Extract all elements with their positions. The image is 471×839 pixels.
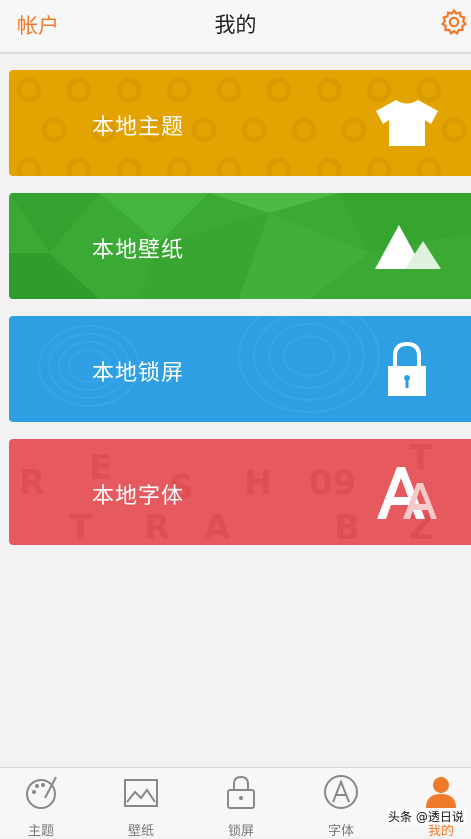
mountain-icon bbox=[375, 225, 441, 269]
tab-label: 字体 bbox=[327, 824, 354, 839]
tab-label: 壁纸 bbox=[127, 824, 154, 839]
card-label: 本地壁纸 bbox=[92, 238, 185, 263]
tab-label: 主题 bbox=[27, 824, 54, 839]
tab-fonts[interactable]: 字体 bbox=[301, 768, 381, 839]
card-label: 本地锁屏 bbox=[92, 361, 185, 386]
tab-label: 锁屏 bbox=[227, 824, 254, 839]
svg-text:T: T bbox=[69, 508, 93, 545]
svg-text:A: A bbox=[204, 508, 231, 545]
svg-text:09: 09 bbox=[309, 463, 356, 503]
local-fonts-card[interactable]: R E S H 09 T T R A B Z 本地字体 bbox=[9, 439, 471, 545]
tab-themes[interactable]: 主题 bbox=[1, 768, 81, 839]
watermark: 头条 @透日说 bbox=[386, 808, 466, 825]
local-wallpapers-card[interactable]: 本地壁纸 bbox=[9, 193, 471, 299]
card-label: 本地字体 bbox=[92, 484, 185, 509]
image-icon bbox=[124, 779, 158, 807]
gear-icon[interactable] bbox=[440, 8, 468, 36]
svg-text:H: H bbox=[244, 463, 272, 503]
local-themes-card[interactable]: 本地主题 bbox=[9, 70, 471, 176]
page-title: 我的 bbox=[214, 13, 257, 37]
tab-wallpapers[interactable]: 壁纸 bbox=[101, 768, 181, 839]
tshirt-icon bbox=[376, 100, 438, 146]
bottom-tab-bar: 主题 壁纸 锁屏 字体 我的 bbox=[0, 767, 471, 839]
lock-icon bbox=[227, 775, 255, 809]
svg-text:B: B bbox=[334, 508, 360, 545]
person-icon bbox=[426, 777, 456, 808]
font-icon bbox=[324, 775, 358, 809]
tab-lockscreen[interactable]: 锁屏 bbox=[201, 768, 281, 839]
font-icon bbox=[377, 467, 437, 519]
local-lockscreens-card[interactable]: 本地锁屏 bbox=[9, 316, 471, 422]
svg-text:R: R bbox=[19, 463, 45, 503]
card-label: 本地主题 bbox=[92, 115, 185, 140]
lock-icon bbox=[388, 342, 426, 396]
top-bar: 帐户 我的 bbox=[0, 0, 471, 54]
palette-icon bbox=[26, 776, 57, 809]
svg-text:R: R bbox=[144, 508, 170, 545]
tab-mine[interactable]: 我的 bbox=[401, 768, 471, 839]
